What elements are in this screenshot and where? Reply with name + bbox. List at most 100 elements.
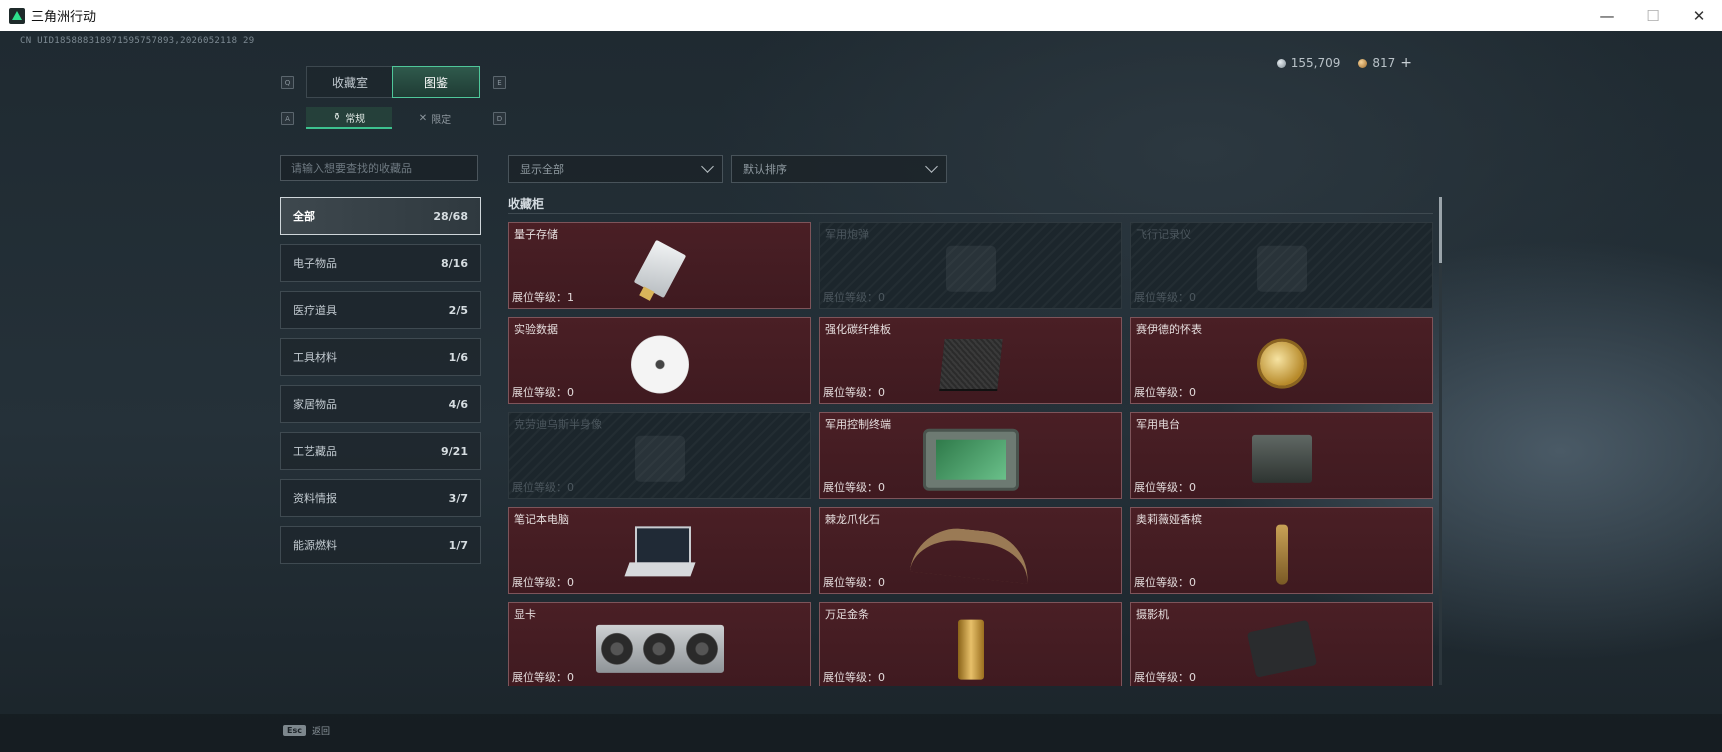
item-level: 展位等级：0: [823, 289, 885, 305]
show-filter-value: 显示全部: [520, 163, 564, 176]
sort-dropdown[interactable]: 默认排序: [731, 155, 947, 183]
collection-search-input[interactable]: 请输入想要查找的收藏品: [280, 155, 478, 181]
category-label: 资料情报: [293, 492, 337, 505]
category-medical[interactable]: 医疗道具 2/5: [280, 291, 481, 329]
item-image: [957, 619, 984, 680]
item-level: 展位等级：0: [823, 384, 885, 400]
level-label: 展位等级：: [1134, 576, 1189, 589]
level-value: 0: [567, 576, 574, 589]
gpu-fan-icon: [600, 632, 633, 665]
category-label: 家居物品: [293, 398, 337, 411]
level-label: 展位等级：: [823, 576, 878, 589]
subtab-limited-label: 限定: [431, 114, 452, 126]
collection-card[interactable]: 克劳迪乌斯半身像 展位等级：0: [508, 412, 811, 499]
category-intel[interactable]: 资料情报 3/7: [280, 479, 481, 517]
collection-card[interactable]: 军用炮弹 展位等级：0: [819, 222, 1122, 309]
collection-card[interactable]: 量子存储 展位等级：1: [508, 222, 811, 309]
collection-card[interactable]: 显卡 展位等级：0: [508, 602, 811, 686]
item-name: 赛伊德的怀表: [1136, 323, 1202, 336]
vase-icon: ⚱: [332, 111, 342, 123]
collection-card[interactable]: 笔记本电脑展位等级：0: [508, 507, 811, 594]
subtab-limited[interactable]: ✕ 限定: [392, 107, 478, 129]
category-label: 能源燃料: [293, 539, 337, 552]
category-label: 工艺藏品: [293, 445, 337, 458]
item-level: 展位等级：0: [1134, 574, 1196, 590]
item-art-icon: [627, 525, 693, 582]
collection-card[interactable]: 棘龙爪化石 展位等级：0: [819, 507, 1122, 594]
gold-coin-icon: [1358, 58, 1368, 68]
item-art-icon: [634, 435, 685, 482]
level-label: 展位等级：: [823, 291, 878, 304]
item-name: 强化碳纤维板: [825, 323, 891, 336]
item-art-icon: [1256, 245, 1307, 292]
item-name: 万足金条: [825, 608, 869, 621]
minimize-button[interactable]: —: [1584, 0, 1630, 31]
maximize-button[interactable]: ☐: [1630, 0, 1676, 31]
close-button[interactable]: ✕: [1676, 0, 1722, 31]
add-currency-button[interactable]: +: [1400, 55, 1412, 71]
category-label: 电子物品: [293, 257, 337, 270]
collection-card[interactable]: 奥莉薇娅香槟 展位等级：0: [1130, 507, 1433, 594]
item-image: [627, 525, 693, 582]
chevron-down-icon: [701, 160, 714, 173]
category-all[interactable]: 全部 28/68: [280, 197, 481, 235]
level-value: 0: [1189, 291, 1196, 304]
gold-currency: 817 +: [1358, 55, 1412, 71]
subtab-next-key: D: [493, 112, 506, 125]
category-crafts[interactable]: 工艺藏品 9/21: [280, 432, 481, 470]
item-level: 展位等级：0: [823, 479, 885, 495]
level-value: 0: [878, 576, 885, 589]
show-filter-dropdown[interactable]: 显示全部: [508, 155, 723, 183]
back-label: 返回: [311, 727, 330, 737]
tab-prev-key: Q: [281, 76, 294, 89]
item-art-icon: [938, 338, 1003, 389]
window-title: 三角洲行动: [31, 10, 97, 25]
level-label: 展位等级：: [512, 386, 567, 399]
collection-card[interactable]: 摄影机 展位等级：0: [1130, 602, 1433, 686]
level-value: 0: [1189, 671, 1196, 684]
category-count: 1/7: [448, 538, 468, 552]
back-button[interactable]: Esc 返回: [283, 724, 330, 737]
item-level: 展位等级：0: [512, 574, 574, 590]
silver-amount: 155,709: [1290, 56, 1341, 70]
item-name: 克劳迪乌斯半身像: [514, 418, 602, 431]
item-name: 显卡: [514, 608, 536, 621]
section-divider: [508, 213, 1433, 214]
tab-next-key: E: [493, 76, 506, 89]
grid-scrollbar[interactable]: [1439, 197, 1442, 685]
item-art-icon: [1275, 524, 1288, 585]
subtab-regular[interactable]: ⚱ 常规: [306, 107, 392, 129]
item-art-icon: [957, 619, 984, 680]
level-value: 0: [1189, 576, 1196, 589]
collection-card[interactable]: 实验数据 展位等级：0: [508, 317, 811, 404]
level-label: 展位等级：: [1134, 386, 1189, 399]
item-level: 展位等级：0: [823, 574, 885, 590]
level-label: 展位等级：: [1134, 671, 1189, 684]
category-tools[interactable]: 工具材料 1/6: [280, 338, 481, 376]
tab-catalog[interactable]: 图鉴: [392, 66, 480, 98]
collection-card[interactable]: 强化碳纤维板 展位等级：0: [819, 317, 1122, 404]
currency-bar: 155,709 817 +: [1276, 55, 1412, 71]
silver-coin-icon: [1276, 58, 1286, 68]
collection-card[interactable]: 飞行记录仪 展位等级：0: [1130, 222, 1433, 309]
level-value: 0: [878, 481, 885, 494]
grid-scrollbar-thumb[interactable]: [1439, 197, 1442, 263]
item-level: 展位等级：0: [1134, 384, 1196, 400]
collection-card[interactable]: 军用电台 展位等级：0: [1130, 412, 1433, 499]
category-electronics[interactable]: 电子物品 8/16: [280, 244, 481, 282]
collection-card[interactable]: 军用控制终端 展位等级：0: [819, 412, 1122, 499]
category-energy[interactable]: 能源燃料 1/7: [280, 526, 481, 564]
sort-value: 默认排序: [743, 163, 787, 176]
esc-key-icon: Esc: [283, 725, 306, 736]
item-level: 展位等级：0: [823, 669, 885, 685]
tab-collection-room[interactable]: 收藏室: [306, 66, 394, 98]
collection-card[interactable]: 赛伊德的怀表 展位等级：0: [1130, 317, 1433, 404]
category-count: 1/6: [448, 350, 468, 364]
item-name: 笔记本电脑: [514, 513, 569, 526]
item-art-icon: [633, 239, 686, 298]
item-level: 展位等级：0: [1134, 479, 1196, 495]
item-name: 实验数据: [514, 323, 558, 336]
item-image: [633, 239, 686, 298]
collection-card[interactable]: 万足金条展位等级：0: [819, 602, 1122, 686]
category-household[interactable]: 家居物品 4/6: [280, 385, 481, 423]
